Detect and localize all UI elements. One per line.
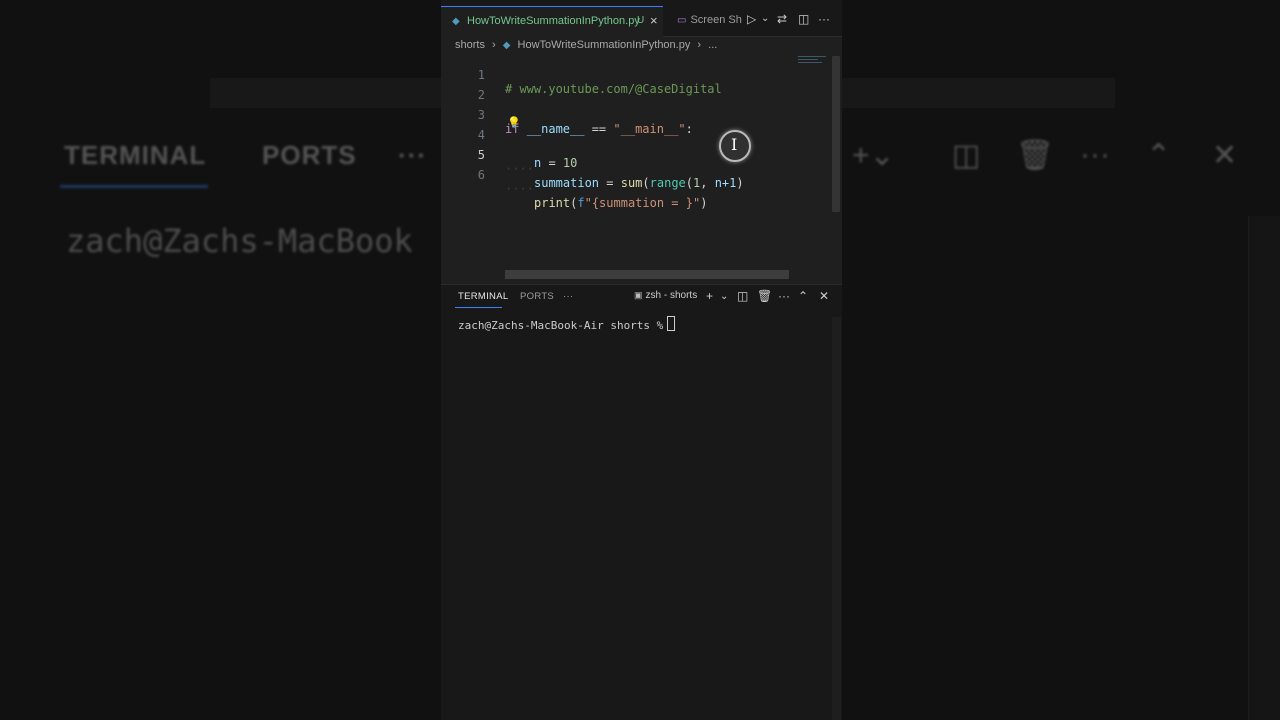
shell-label: zsh - shorts <box>645 290 698 301</box>
tab-more[interactable]: ··· <box>563 291 573 302</box>
terminal-panel: TERMINAL PORTS ··· ▣ zsh - shorts + ⌄ ◫ 🗑… <box>441 284 842 720</box>
breadcrumb-separator-icon: › <box>697 39 702 51</box>
source-control-icon[interactable]: ⇄ <box>777 12 787 26</box>
lightbulb-icon[interactable]: 💡 <box>507 116 521 129</box>
minimap[interactable] <box>798 56 828 68</box>
panel-tab-bar: TERMINAL PORTS ··· ▣ zsh - shorts + ⌄ ◫ 🗑… <box>441 285 842 309</box>
background-close-icon: ✕ <box>1212 139 1238 172</box>
mouse-cursor-highlight <box>719 130 751 162</box>
tab-terminal[interactable]: TERMINAL <box>458 291 508 302</box>
run-icon[interactable]: ▷ <box>747 12 756 26</box>
background-tab-ports: PORTS <box>262 140 357 170</box>
chevron-down-icon[interactable]: ⌄ <box>720 291 728 302</box>
close-icon[interactable]: × <box>650 13 658 28</box>
background-chevron-up-icon: ⌃ <box>1146 139 1172 172</box>
line-number: 6 <box>477 168 485 182</box>
split-terminal-icon[interactable]: ◫ <box>737 289 748 303</box>
background-prompt: zach@Zachs-MacBook <box>66 222 413 260</box>
breadcrumb-more[interactable]: ... <box>708 39 717 51</box>
terminal-cursor <box>667 316 676 331</box>
split-editor-icon[interactable]: ◫ <box>798 12 809 26</box>
code-line-3: 3 if __name__ == "__main__": <box>441 94 821 136</box>
tab-filename: HowToWriteSummationInPython.py <box>467 15 640 27</box>
tab-ports[interactable]: PORTS <box>520 291 554 302</box>
chevron-down-icon[interactable]: ⌄ <box>761 13 769 24</box>
tab-active-file[interactable]: ◆ HowToWriteSummationInPython.py U × <box>441 6 663 37</box>
terminal-icon: ▣ <box>634 290 643 300</box>
background-tab-more: ··· <box>398 140 427 170</box>
code-line-4: 4 💡 n = 10 <box>441 114 821 170</box>
screen-icon: ▭ <box>677 15 687 26</box>
background-tab-underline <box>60 185 208 188</box>
code-text: summation = sum(range(1, n+1) <box>534 176 744 190</box>
more-icon[interactable]: ··· <box>778 289 790 303</box>
code-line-1: 1 # www.youtube.com/@CaseDigital <box>441 54 821 96</box>
terminal-prompt-line[interactable]: zach@Zachs-MacBook-Air shorts % <box>458 316 676 332</box>
code-line-2: 2 <box>441 74 821 102</box>
python-file-icon: ◆ <box>452 16 460 27</box>
vscode-window: ◆ HowToWriteSummationInPython.py U × ▭ Sc… <box>441 0 842 720</box>
tab-screen-shot[interactable]: ▭ Screen Sh <box>677 14 742 26</box>
code-indent-dots: ···· <box>505 182 534 196</box>
code-line-6: 6 ···· print(f"{summation = }") <box>441 154 821 210</box>
terminal-shell-selector[interactable]: ▣ zsh - shorts <box>634 290 697 301</box>
breadcrumb-folder[interactable]: shorts <box>455 39 485 51</box>
background-right-strip <box>1248 216 1280 720</box>
active-tab-underline <box>455 307 502 308</box>
code-line-5: 5 ···· summation = sum(range(1, n+1) <box>441 134 821 190</box>
terminal-prompt: zach@Zachs-MacBook-Air shorts % <box>458 319 664 332</box>
breadcrumb-file[interactable]: HowToWriteSummationInPython.py <box>518 39 691 51</box>
background-split-icon: ◫ <box>952 139 981 172</box>
terminal-scrollbar-track[interactable] <box>832 317 841 720</box>
background-more-icon: ··· <box>1080 138 1110 171</box>
tab-screen-label: Screen Sh <box>690 14 742 26</box>
close-panel-icon[interactable]: ✕ <box>819 289 829 303</box>
editor-tab-bar: ◆ HowToWriteSummationInPython.py U × ▭ Sc… <box>441 0 842 37</box>
horizontal-scrollbar[interactable] <box>505 270 789 279</box>
code-editor[interactable]: 1 # www.youtube.com/@CaseDigital 2 3 if … <box>441 52 842 284</box>
background-add-icon: +⌄ <box>852 139 895 172</box>
chevron-up-icon[interactable]: ⌃ <box>798 289 808 303</box>
trash-icon[interactable]: 🗑 <box>757 289 772 303</box>
breadcrumb: shorts › ◆ HowToWriteSummationInPython.p… <box>455 39 721 51</box>
background-trash-icon: 🗑 <box>1016 139 1055 172</box>
code-text: print(f"{summation = }") <box>534 196 708 210</box>
untracked-badge: U <box>637 15 645 26</box>
background-tab-terminal: TERMINAL <box>64 140 207 170</box>
more-icon[interactable]: ··· <box>818 12 830 26</box>
new-terminal-icon[interactable]: + <box>706 289 713 303</box>
breadcrumb-separator-icon: › <box>492 39 496 51</box>
vertical-scrollbar[interactable] <box>832 56 840 212</box>
breadcrumb-python-icon: ◆ <box>502 40 511 51</box>
